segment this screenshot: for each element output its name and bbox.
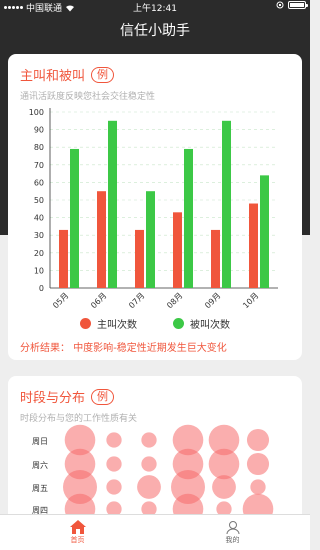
distribution-bubble — [212, 475, 236, 499]
tab-bar: 首页 我的 — [0, 514, 310, 550]
bar-caller — [249, 203, 258, 288]
y-tick-label: 80 — [34, 143, 44, 152]
x-tick-label: 10月 — [241, 291, 260, 310]
home-icon — [69, 520, 86, 534]
distribution-bubble — [141, 432, 157, 448]
bar-caller — [173, 212, 182, 288]
y-tick-label: 40 — [34, 214, 44, 223]
distribution-bubble — [106, 432, 122, 448]
bar-callee — [184, 148, 193, 288]
bar-caller — [59, 229, 68, 288]
calls-card: 主叫和被叫 例 通讯活跃度反映您社会交往稳定性 0 10 20 30 40 50 60 70 8… — [8, 54, 302, 360]
battery-icon — [288, 1, 308, 9]
bar-caller — [97, 191, 106, 288]
y-tick-label: 20 — [34, 249, 44, 258]
tab-mine-label: 我的 — [225, 536, 240, 544]
analysis-level: 中度影响 — [73, 343, 114, 354]
bar-caller — [135, 229, 144, 288]
distribution-bubble — [250, 479, 266, 495]
tab-home[interactable]: 首页 — [0, 515, 155, 550]
legend-label-callee: 被叫次数 — [190, 320, 230, 331]
y-tick-label: 70 — [34, 161, 44, 170]
orientation-lock-icon — [276, 1, 284, 9]
chart-legend: 主叫次数 被叫次数 — [8, 316, 302, 331]
distribution-bubble — [141, 456, 157, 472]
bar-caller — [211, 229, 220, 288]
y-tick-label: 10 — [34, 266, 44, 275]
x-tick-label: 06月 — [89, 291, 108, 310]
status-right — [276, 1, 308, 9]
tab-home-label: 首页 — [70, 536, 85, 544]
x-tick-label: 07月 — [127, 291, 146, 310]
calls-bar-chart: 0 10 20 30 40 50 60 70 80 90 100 05月 06月 07月 08月 09月 10月 — [29, 108, 278, 310]
page-title: 信任小助手 — [120, 23, 190, 39]
distribution-bubble — [106, 456, 122, 472]
distribution-bubble — [208, 448, 240, 480]
distribution-bubble — [246, 452, 270, 476]
status-bar: 中国联通 上午12:41 — [0, 0, 310, 14]
x-tick-label: 08月 — [165, 291, 184, 310]
analysis-label: 分析结果： — [20, 343, 70, 354]
legend-dot-caller — [80, 318, 91, 329]
y-tick-label: 90 — [34, 126, 44, 135]
y-tick-label: 50 — [34, 196, 44, 205]
bar-callee — [260, 175, 269, 288]
y-tick-label: 30 — [34, 231, 44, 240]
distribution-card: 时段与分布 例 时段分布与您的工作性质有关 周日 周六 周五 周四 — [8, 376, 302, 526]
legend-item-caller: 主叫次数 — [80, 316, 137, 331]
legend-dot-callee — [173, 318, 184, 329]
tab-mine[interactable]: 我的 — [155, 515, 310, 550]
x-tick-label: 09月 — [203, 291, 222, 310]
analysis-text: 稳定性近期发生巨大变化 — [116, 343, 227, 354]
bar-callee — [108, 120, 117, 288]
x-tick-label: 05月 — [51, 291, 70, 310]
bar-callee — [146, 191, 155, 288]
analysis-result: 分析结果： 中度影响-稳定性近期发生巨大变化 — [20, 339, 227, 354]
legend-label-caller: 主叫次数 — [97, 320, 137, 331]
y-tick-label: 100 — [29, 108, 44, 117]
y-tick-label: 0 — [39, 284, 44, 293]
bar-callee — [222, 120, 231, 288]
legend-item-callee: 被叫次数 — [173, 316, 230, 331]
bar-callee — [70, 148, 79, 288]
distribution-bubble — [137, 475, 161, 499]
y-tick-label: 60 — [34, 178, 44, 187]
status-time: 上午12:41 — [133, 4, 177, 14]
distribution-bubble — [246, 428, 270, 452]
user-icon — [226, 521, 239, 534]
distribution-bubble — [106, 479, 122, 495]
distribution-bubble-chart — [63, 424, 274, 525]
